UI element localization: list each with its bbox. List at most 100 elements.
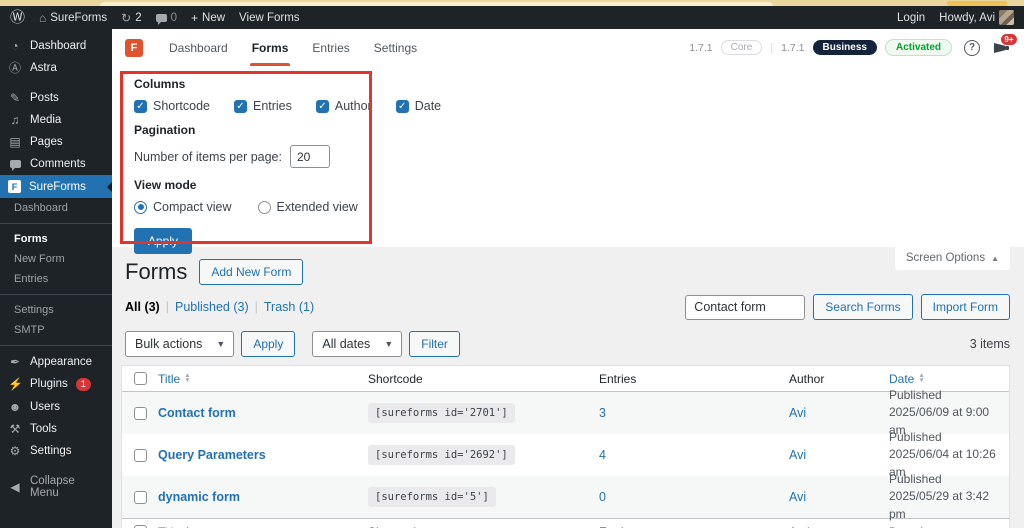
sidebar-item-sureforms[interactable]: F SureForms	[0, 175, 112, 198]
filter-separator: |	[254, 300, 258, 314]
help-icon[interactable]: ?	[964, 39, 980, 56]
form-title-link[interactable]: dynamic form	[158, 490, 240, 504]
site-name-menu[interactable]: ⌂ SureForms	[39, 12, 107, 24]
per-page-input[interactable]	[290, 145, 330, 168]
collapse-icon: ◀	[10, 479, 20, 494]
sort-by-date[interactable]: Date▲▼	[889, 372, 925, 386]
sidebar-item-dashboard[interactable]: ◔ Dashboard	[0, 35, 112, 57]
tab-dashboard[interactable]: Dashboard	[157, 29, 240, 66]
sidebar-item-appearance[interactable]: ✒ Appearance	[0, 351, 112, 373]
sidebar-item-settings[interactable]: ⚙ Settings	[0, 440, 112, 462]
filter-button[interactable]: Filter	[409, 331, 460, 357]
filter-published-link[interactable]: Published (3)	[175, 300, 249, 314]
row-checkbox[interactable]	[133, 406, 147, 420]
screen-options-tab[interactable]: Screen Options ▲	[894, 247, 1010, 270]
sort-by-date[interactable]: Date▲▼	[889, 525, 925, 528]
comments-menu[interactable]: 0	[155, 12, 177, 25]
column-footer-entries: Entries	[581, 525, 789, 528]
chevron-down-icon: ▼	[216, 339, 226, 349]
page-title: Forms	[125, 259, 188, 284]
sidebar-item-pages[interactable]: ▤ Pages	[0, 131, 112, 153]
sidebar-item-posts[interactable]: ✎ Posts	[0, 87, 112, 109]
column-header-entries: Entries	[599, 371, 637, 386]
sidebar-item-media[interactable]: ♫ Media	[0, 109, 112, 131]
author-link[interactable]: Avi	[789, 490, 806, 504]
dashboard-icon: ◔	[11, 39, 19, 53]
forms-table: Title ▲ ▼ Shortcode Entries Author Date ▲ ▼ …	[121, 365, 1010, 528]
forms-page-body: Forms Add New Form All (3) | Published (…	[112, 247, 1024, 528]
bulk-actions-label: Bulk actions	[135, 337, 203, 351]
announcements-icon[interactable]: 9+	[994, 34, 1017, 54]
tab-forms[interactable]: Forms	[240, 29, 301, 66]
form-title-link[interactable]: Query Parameters	[158, 448, 266, 462]
author-link[interactable]: Avi	[789, 406, 806, 420]
import-form-button[interactable]: Import Form	[920, 294, 1010, 320]
sidebar-subitem-new-form[interactable]: New Form	[0, 249, 112, 269]
sidebar-item-astra[interactable]: Ⓐ Astra	[0, 57, 112, 79]
search-forms-input[interactable]	[685, 294, 806, 320]
filter-all-link[interactable]: All (3)	[125, 300, 160, 314]
column-checkbox-entries[interactable]: Entries	[233, 99, 292, 113]
sidebar-label-comments: Comments	[30, 158, 86, 170]
row-checkbox[interactable]	[133, 448, 147, 462]
wp-admin-menu: ◔ Dashboard Ⓐ Astra ✎ Posts ♫ Media ▤ Pages C…	[0, 29, 112, 528]
login-link[interactable]: Login	[897, 12, 925, 24]
sidebar-separator	[0, 223, 112, 224]
publish-date: 2025/05/29 at 3:42 pm	[889, 489, 990, 521]
sort-by-title[interactable]: Title▲▼	[158, 372, 191, 386]
my-account-menu[interactable]: Howdy, Avi	[939, 10, 1014, 25]
entries-count-link[interactable]: 3	[599, 406, 606, 420]
updates-menu[interactable]: ↻ 2	[121, 12, 141, 24]
column-header-author: Author	[789, 371, 825, 386]
entries-count-link[interactable]: 4	[599, 448, 606, 462]
sort-by-title[interactable]: Title▲▼	[158, 525, 191, 528]
row-checkbox[interactable]	[133, 490, 147, 504]
radio-compact-view[interactable]: Compact view	[134, 200, 232, 214]
sidebar-subitem-dashboard[interactable]: Dashboard	[0, 198, 112, 218]
browser-chrome-tab	[100, 2, 773, 6]
sidebar-label-dashboard: Dashboard	[30, 40, 87, 52]
status-filters: All (3) | Published (3) | Trash (1)	[125, 300, 314, 314]
chevron-down-icon: ▼	[384, 339, 394, 349]
tab-settings[interactable]: Settings	[362, 29, 429, 66]
wp-logo-menu[interactable]: Ⓦ	[10, 10, 25, 25]
author-link[interactable]: Avi	[789, 448, 806, 462]
radio-extended-view[interactable]: Extended view	[257, 200, 358, 214]
sidebar-item-users[interactable]: ☻ Users	[0, 396, 112, 418]
add-new-form-button[interactable]: Add New Form	[199, 259, 304, 285]
radio-unselected-icon	[257, 200, 271, 214]
sidebar-item-comments[interactable]: Comments	[0, 153, 112, 175]
column-checkbox-date[interactable]: Date	[395, 99, 441, 113]
sidebar-item-tools[interactable]: ⚒ Tools	[0, 418, 112, 440]
view-mode-heading: View mode	[134, 178, 197, 192]
entries-count-link[interactable]: 0	[599, 490, 606, 504]
search-forms-button[interactable]: Search Forms	[813, 294, 913, 320]
bulk-apply-button[interactable]: Apply	[241, 331, 296, 357]
sidebar-item-plugins[interactable]: ⚡ Plugins 1	[0, 373, 112, 396]
form-title-link[interactable]: Contact form	[158, 406, 236, 420]
sidebar-separator	[0, 294, 112, 295]
sidebar-subitem-smtp[interactable]: SMTP	[0, 320, 112, 340]
checkbox-checked-icon	[134, 99, 147, 113]
column-checkbox-shortcode[interactable]: Shortcode	[134, 99, 210, 113]
new-content-menu[interactable]: + New	[191, 12, 225, 24]
version-divider: |	[770, 41, 774, 54]
select-all-checkbox[interactable]	[133, 372, 147, 385]
bulk-actions-select[interactable]: Bulk actions ▼	[125, 331, 235, 357]
view-forms-label: View Forms	[239, 11, 300, 24]
column-checkbox-author[interactable]: Author	[315, 99, 372, 113]
sureforms-logo-icon[interactable]: F	[125, 38, 143, 57]
filter-trash-link[interactable]: Trash (1)	[264, 300, 314, 314]
sidebar-label-collapse: Collapse Menu	[30, 474, 75, 499]
sidebar-item-collapse-menu[interactable]: ◀ Collapse Menu	[0, 470, 112, 504]
sidebar-subitem-entries[interactable]: Entries	[0, 269, 112, 289]
user-avatar	[999, 10, 1014, 25]
sidebar-subitem-forms[interactable]: Forms	[0, 229, 112, 249]
tab-entries[interactable]: Entries	[300, 29, 361, 66]
pro-version: 1.7.1	[781, 41, 805, 54]
sidebar-subitem-settings[interactable]: Settings	[0, 300, 112, 320]
view-forms-menu[interactable]: View Forms	[239, 12, 300, 24]
dates-select[interactable]: All dates ▼	[312, 331, 403, 357]
business-badge: Business	[812, 40, 877, 55]
